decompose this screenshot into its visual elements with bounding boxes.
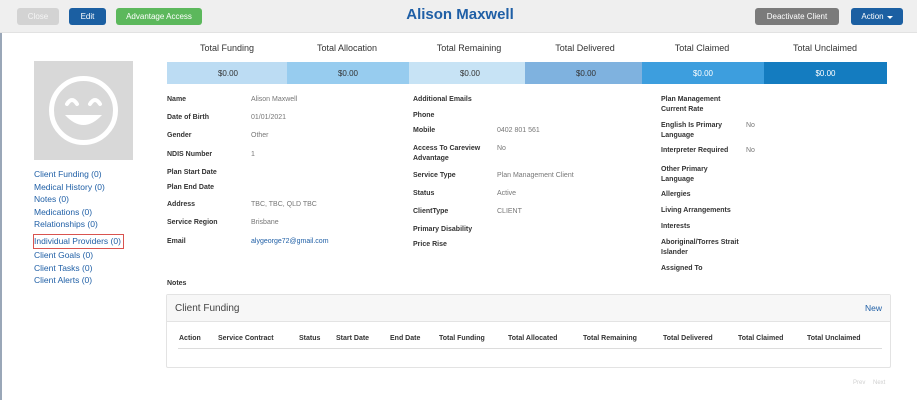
value-interpreter-required: No <box>746 147 755 154</box>
pager-next[interactable]: Next <box>873 380 885 386</box>
label-interpreter-required: Interpreter Required <box>661 147 729 154</box>
header-total-claimed: Total Claimed <box>674 43 730 53</box>
column-header-start-date[interactable]: Start Date <box>336 335 369 342</box>
header-total-remaining: Total Remaining <box>436 43 502 53</box>
label-email: Email <box>167 238 186 245</box>
close-button[interactable]: Close <box>17 8 59 25</box>
avatar <box>34 61 133 160</box>
value-total-unclaimed: $0.00 <box>764 62 887 84</box>
column-header-end-date[interactable]: End Date <box>390 335 420 342</box>
sidebar-link-medications[interactable]: Medications (0) <box>34 206 123 219</box>
sidebar-link-medical-history[interactable]: Medical History (0) <box>34 181 123 194</box>
sidebar-link-client-funding[interactable]: Client Funding (0) <box>34 168 123 181</box>
value-total-funding: $0.00 <box>167 62 289 84</box>
client-funding-panel: Client Funding New Action Service Contra… <box>166 294 891 368</box>
column-header-total-remaining[interactable]: Total Remaining <box>583 335 637 342</box>
action-dropdown-button[interactable]: Action <box>851 8 903 25</box>
label-other-primary-language: Other Primary Language <box>661 166 708 183</box>
label-service-type: Service Type <box>413 172 456 179</box>
label-price-rise: Price Rise <box>413 241 447 248</box>
value-total-delivered: $0.00 <box>525 62 647 84</box>
header-total-allocation: Total Allocation <box>316 43 378 53</box>
value-ndis-number: 1 <box>251 151 255 158</box>
value-access-to-careview-advantage: No <box>497 145 506 152</box>
value-gender: Other <box>251 132 269 139</box>
column-header-total-unclaimed[interactable]: Total Unclaimed <box>807 335 861 342</box>
client-sidebar-links: Client Funding (0) Medical History (0) N… <box>33 168 124 287</box>
label-english-is-primary-language: English Is Primary Language <box>661 122 723 139</box>
label-date-of-birth: Date of Birth <box>167 114 209 121</box>
value-date-of-birth: 01/01/2021 <box>251 114 287 121</box>
value-name: Alison Maxwell <box>251 96 298 103</box>
pager-prev[interactable]: Prev <box>853 380 865 386</box>
email-link[interactable]: alygeorge72@gmail.com <box>251 237 329 247</box>
label-service-region: Service Region <box>167 219 218 226</box>
label-name: Name <box>167 96 187 103</box>
column-header-total-claimed[interactable]: Total Claimed <box>738 335 783 342</box>
value-total-allocation: $0.00 <box>287 62 409 84</box>
column-header-action[interactable]: Action <box>179 335 201 342</box>
label-allergies: Allergies <box>661 191 691 198</box>
label-primary-disability: Primary Disability <box>413 226 473 233</box>
label-interests: Interests <box>661 223 691 230</box>
notes-label: Notes <box>167 280 187 287</box>
value-total-claimed: $0.00 <box>642 62 764 84</box>
label-ndis-number: NDIS Number <box>167 151 213 158</box>
value-service-region: Brisbane <box>251 219 279 226</box>
header-total-unclaimed: Total Unclaimed <box>792 43 858 53</box>
header-total-funding: Total Funding <box>199 43 255 53</box>
value-status: Active <box>497 190 517 197</box>
client-funding-panel-header: Client Funding New <box>167 295 890 322</box>
label-plan-end-date: Plan End Date <box>167 184 215 191</box>
column-header-total-funding[interactable]: Total Funding <box>439 335 485 342</box>
label-living-arrangements: Living Arrangements <box>661 207 731 214</box>
financial-summary-headers: Total Funding Total Allocation Total Rem… <box>167 43 887 57</box>
label-aboriginal-torres-strait-islander: Aboriginal/Torres Strait Islander <box>661 239 739 256</box>
left-edge-divider <box>0 33 2 400</box>
page-title: Alison Maxwell <box>406 6 514 23</box>
value-client-type: CLIENT <box>497 208 522 215</box>
value-address: TBC, TBC, QLD TBC <box>251 201 317 208</box>
label-status: Status <box>413 190 435 197</box>
table-header-divider <box>178 348 882 349</box>
value-mobile: 0402 801 561 <box>497 127 540 134</box>
action-label: Action <box>861 12 884 21</box>
edit-button[interactable]: Edit <box>69 8 106 25</box>
header-total-delivered: Total Delivered <box>555 43 615 53</box>
label-client-type: ClientType <box>413 208 449 215</box>
advantage-access-button[interactable]: Advantage Access <box>116 8 202 25</box>
financial-summary-values: $0.00 $0.00 $0.00 $0.00 $0.00 $0.00 <box>167 62 887 84</box>
sidebar-link-individual-providers[interactable]: Individual Providers (0) <box>33 234 124 249</box>
new-funding-link[interactable]: New <box>865 303 882 313</box>
label-plan-start-date: Plan Start Date <box>167 169 217 176</box>
label-plan-management-current-rate: Plan Management Current Rate <box>661 96 721 113</box>
top-toolbar: Close Edit Advantage Access Alison Maxwe… <box>0 0 917 33</box>
column-header-total-allocated[interactable]: Total Allocated <box>508 335 557 342</box>
sidebar-link-relationships[interactable]: Relationships (0) <box>34 218 123 231</box>
label-gender: Gender <box>167 132 192 139</box>
client-funding-panel-title: Client Funding <box>175 303 240 314</box>
label-phone: Phone <box>413 112 435 119</box>
value-english-is-primary-language: No <box>746 122 755 129</box>
sidebar-link-notes[interactable]: Notes (0) <box>34 193 123 206</box>
sidebar-link-client-goals[interactable]: Client Goals (0) <box>34 249 123 262</box>
label-mobile: Mobile <box>413 127 436 134</box>
column-header-service-contract[interactable]: Service Contract <box>218 335 274 342</box>
sidebar-link-client-tasks[interactable]: Client Tasks (0) <box>34 262 123 275</box>
label-assigned-to: Assigned To <box>661 265 703 272</box>
column-header-status[interactable]: Status <box>299 335 320 342</box>
value-service-type: Plan Management Client <box>497 172 574 179</box>
label-access-to-careview-advantage: Access To Careview Advantage <box>413 145 481 162</box>
column-header-total-delivered[interactable]: Total Delivered <box>663 335 713 342</box>
sidebar-link-client-alerts[interactable]: Client Alerts (0) <box>34 274 123 287</box>
label-additional-emails: Additional Emails <box>413 96 472 103</box>
label-address: Address <box>167 201 196 208</box>
deactivate-client-button[interactable]: Deactivate Client <box>755 8 839 25</box>
smiley-face-icon <box>49 76 118 145</box>
caret-down-icon <box>886 15 893 19</box>
value-total-remaining: $0.00 <box>409 62 531 84</box>
